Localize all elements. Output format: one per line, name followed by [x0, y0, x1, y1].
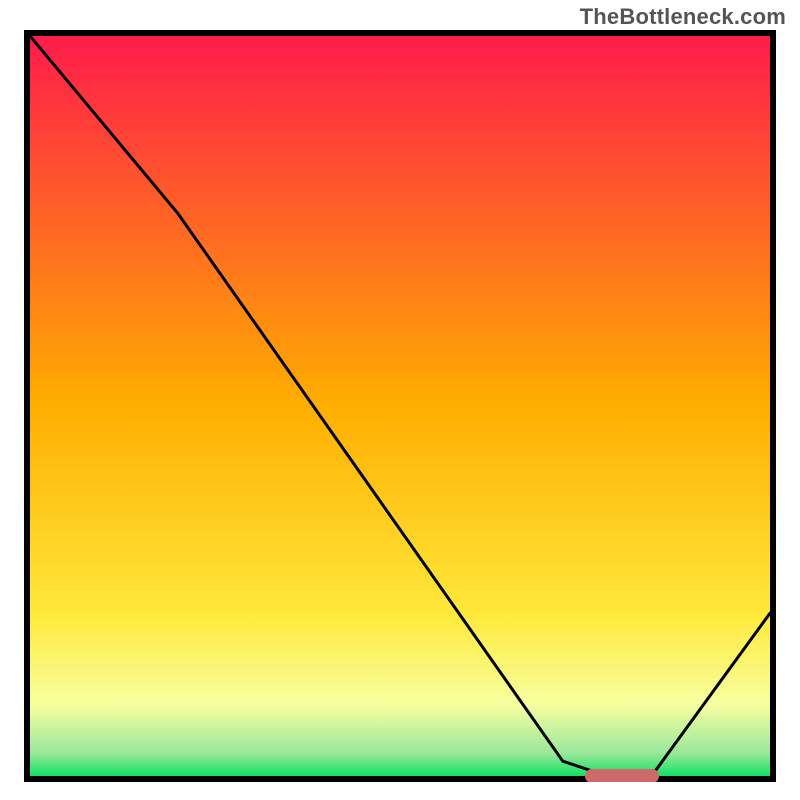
- chart-container: TheBottleneck.com: [0, 0, 800, 800]
- optimal-range-marker: [585, 769, 659, 782]
- watermark-text: TheBottleneck.com: [580, 4, 786, 30]
- gradient-background: [27, 33, 773, 779]
- chart-svg: [24, 30, 776, 782]
- plot-area: [24, 30, 776, 782]
